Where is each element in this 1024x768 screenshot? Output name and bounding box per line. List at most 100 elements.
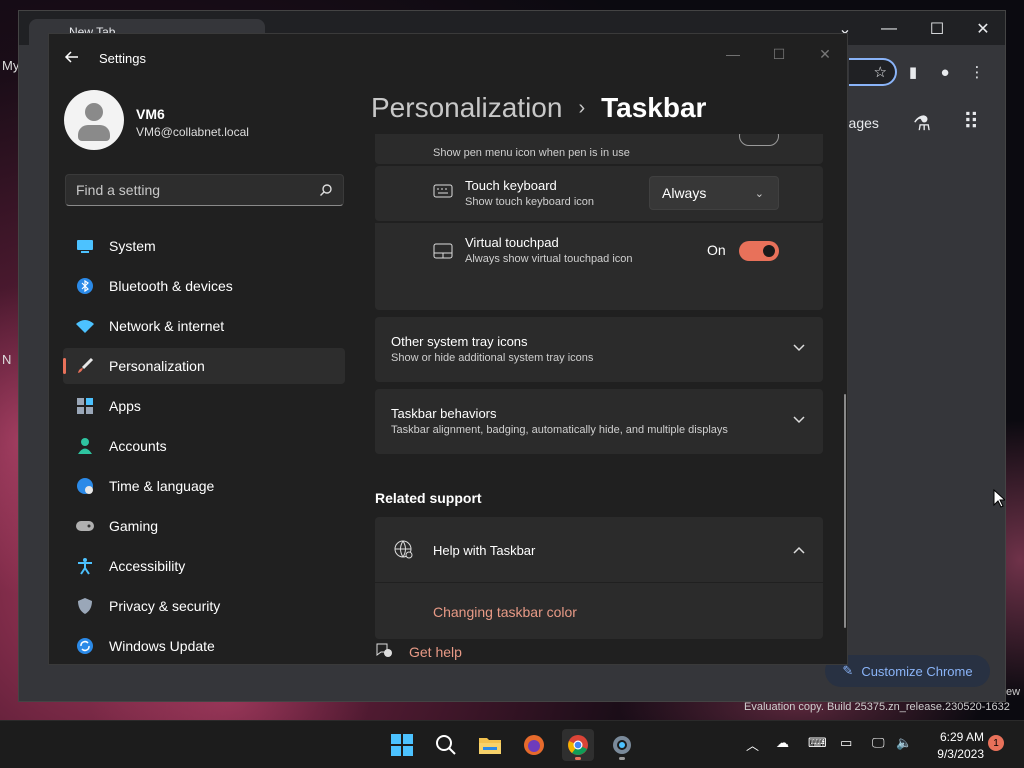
- chrome-omnibox-end[interactable]: ☆: [849, 58, 897, 86]
- labs-icon[interactable]: ⚗: [913, 111, 931, 136]
- search-input[interactable]: [76, 182, 319, 198]
- sidebar-item-privacy[interactable]: Privacy & security: [63, 588, 345, 624]
- sidebar-item-label: Network & internet: [109, 318, 225, 334]
- app-title: Settings: [99, 51, 146, 66]
- chrome-maximize-button[interactable]: ☐: [917, 17, 957, 41]
- sidebar-item-network[interactable]: Network & internet: [63, 308, 345, 344]
- gamepad-icon: [75, 516, 95, 536]
- close-button[interactable]: ✕: [805, 40, 845, 68]
- chrome-menu-icon[interactable]: ⋮: [961, 57, 993, 87]
- chrome-close-button[interactable]: ✕: [963, 17, 1003, 41]
- search-icon[interactable]: [319, 183, 333, 197]
- bluetooth-icon: [75, 276, 95, 296]
- sidebar-item-personalization[interactable]: Personalization: [63, 348, 345, 384]
- chrome-taskbar-icon[interactable]: [562, 729, 594, 761]
- running-indicator: [619, 757, 625, 760]
- taskbar-behaviors-row[interactable]: Taskbar behaviors Taskbar alignment, bad…: [375, 389, 823, 454]
- related-support-heading: Related support: [375, 490, 482, 506]
- breadcrumb: Personalization › Taskbar: [371, 92, 706, 124]
- changing-taskbar-color-link[interactable]: Changing taskbar color: [433, 604, 577, 620]
- keyboard-icon: [433, 184, 453, 203]
- breadcrumb-parent[interactable]: Personalization: [371, 92, 562, 124]
- customize-chrome-button[interactable]: ✎ Customize Chrome: [825, 655, 990, 687]
- page-title: Taskbar: [601, 92, 707, 123]
- bookmark-star-icon[interactable]: ☆: [874, 63, 887, 81]
- sidebar-item-time-language[interactable]: Time & language: [63, 468, 345, 504]
- content-pane: Show pen menu icon when pen is in use To…: [375, 134, 823, 664]
- get-help-row[interactable]: Get help: [375, 640, 462, 663]
- dropdown-value: Always: [662, 185, 707, 201]
- chevron-down-icon: ⌄: [754, 187, 764, 200]
- virtual-touchpad-title: Virtual touchpad: [465, 235, 559, 250]
- other-tray-subtitle: Show or hide additional system tray icon…: [391, 352, 594, 364]
- virtual-touchpad-toggle[interactable]: [739, 241, 779, 261]
- accessibility-icon: [75, 556, 95, 576]
- volume-icon[interactable]: 🔈: [896, 735, 912, 751]
- titlebar: Settings — ☐ ✕: [49, 34, 847, 82]
- brush-icon: [75, 356, 95, 376]
- chevron-up-icon: [793, 541, 805, 557]
- sidebar-item-label: Accessibility: [109, 558, 186, 574]
- globe-clock-icon: [75, 476, 95, 496]
- help-with-taskbar-row[interactable]: Help with Taskbar: [375, 517, 823, 582]
- settings-taskbar-icon[interactable]: [606, 729, 638, 761]
- sidebar-item-label: System: [109, 238, 156, 254]
- profile-icon[interactable]: ●: [929, 57, 961, 87]
- touchpad-icon: [433, 243, 453, 264]
- sidebar-item-bluetooth[interactable]: Bluetooth & devices: [63, 268, 345, 304]
- maximize-button[interactable]: ☐: [759, 40, 799, 68]
- update-icon: [75, 636, 95, 656]
- shield-icon: [75, 596, 95, 616]
- customize-chrome-label: Customize Chrome: [861, 663, 973, 679]
- help-with-taskbar-title: Help with Taskbar: [433, 543, 536, 558]
- taskbar-behaviors-subtitle: Taskbar alignment, badging, automaticall…: [391, 424, 728, 436]
- pen-menu-subtitle: Show pen menu icon when pen is in use: [433, 147, 630, 159]
- touch-keyboard-row: Touch keyboard Show touch keyboard icon …: [375, 166, 823, 221]
- sidebar-nav: System Bluetooth & devices Network & int…: [63, 228, 345, 664]
- sidebar-item-label: Apps: [109, 398, 141, 414]
- taskbar: ︿ ☁ ⌨ ▭ 🖵 🔈 6:29 AM 9/3/2023: [0, 720, 1024, 768]
- sidebar-item-gaming[interactable]: Gaming: [63, 508, 345, 544]
- other-tray-title: Other system tray icons: [391, 334, 528, 349]
- profile-name: VM6: [136, 106, 165, 122]
- chrome-minimize-button[interactable]: —: [869, 17, 909, 41]
- file-explorer-icon[interactable]: [474, 729, 506, 761]
- touchpad-tray-icon[interactable]: ▭: [840, 735, 852, 751]
- minimize-button[interactable]: —: [713, 40, 753, 68]
- clock[interactable]: 6:29 AM 9/3/2023: [922, 729, 984, 763]
- globe-icon: [393, 539, 415, 566]
- pen-menu-toggle[interactable]: [739, 134, 779, 146]
- sidebar-item-accounts[interactable]: Accounts: [63, 428, 345, 464]
- sidebar-item-apps[interactable]: Apps: [63, 388, 345, 424]
- wifi-icon: [75, 316, 95, 336]
- sidebar-item-label: Gaming: [109, 518, 159, 534]
- other-tray-icons-row[interactable]: Other system tray icons Show or hide add…: [375, 317, 823, 382]
- tray-overflow-chevron-icon[interactable]: ︿: [746, 735, 759, 754]
- notification-badge[interactable]: 1: [988, 735, 1004, 751]
- sidebar-item-accessibility[interactable]: Accessibility: [63, 548, 345, 584]
- pen-menu-row[interactable]: Show pen menu icon when pen is in use: [375, 134, 823, 164]
- back-arrow-icon[interactable]: [63, 48, 81, 66]
- mouse-cursor-icon: [993, 489, 1005, 508]
- get-help-link[interactable]: Get help: [409, 644, 462, 660]
- sidebar-item-system[interactable]: System: [63, 228, 345, 264]
- windows-logo-icon: [391, 734, 413, 756]
- firefox-icon[interactable]: [518, 729, 550, 761]
- network-icon[interactable]: 🖵: [872, 735, 885, 751]
- touch-keyboard-tray-icon[interactable]: ⌨: [808, 735, 827, 751]
- onedrive-icon[interactable]: ☁: [776, 735, 789, 751]
- google-apps-icon[interactable]: ⠿: [963, 109, 979, 135]
- touch-keyboard-dropdown[interactable]: Always ⌄: [649, 176, 779, 210]
- taskbar-search-icon[interactable]: [430, 729, 462, 761]
- desktop-edge-text: N: [2, 352, 12, 367]
- scrollbar[interactable]: [844, 394, 846, 628]
- touch-keyboard-subtitle: Show touch keyboard icon: [465, 196, 595, 208]
- avatar[interactable]: [64, 90, 124, 150]
- apps-icon: [75, 396, 95, 416]
- side-panel-icon[interactable]: ▮: [897, 57, 929, 87]
- start-button[interactable]: [386, 729, 418, 761]
- sidebar-item-windows-update[interactable]: Windows Update: [63, 628, 345, 664]
- search-box[interactable]: [65, 174, 344, 206]
- virtual-touchpad-subtitle: Always show virtual touchpad icon: [465, 253, 633, 265]
- sidebar-item-label: Time & language: [109, 478, 215, 494]
